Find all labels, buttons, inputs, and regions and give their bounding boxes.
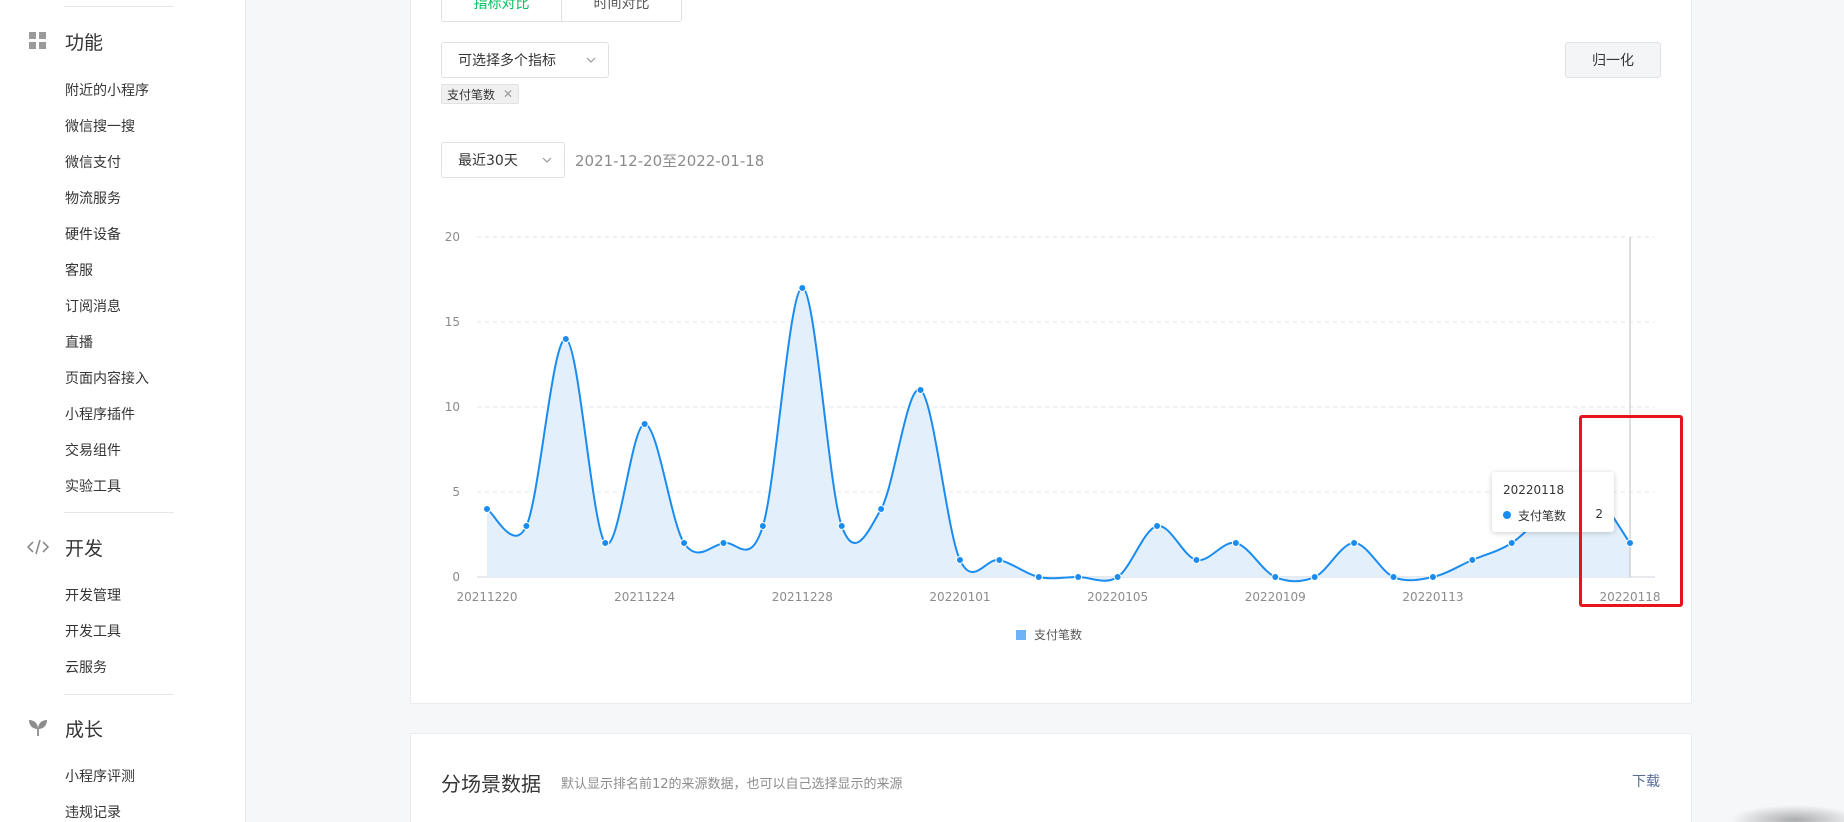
data-point <box>1113 573 1122 581</box>
date-range-select[interactable]: 最近30天 <box>441 142 565 178</box>
chart-legend[interactable]: 支付笔数 <box>1016 626 1082 643</box>
sidebar-section-growth[interactable]: 成长 <box>0 713 246 743</box>
tooltip-date: 20220118 <box>1503 483 1565 497</box>
scene-data-title: 分场景数据 <box>441 772 541 796</box>
data-point <box>916 386 925 394</box>
metric-select[interactable]: 可选择多个指标 <box>441 42 609 78</box>
selected-metric-tag: 支付笔数 ✕ <box>441 84 520 104</box>
sidebar-divider <box>64 694 174 695</box>
data-point <box>719 539 728 547</box>
sidebar-item-wechat-search[interactable]: 微信搜一搜 <box>65 117 135 137</box>
y-tick-label: 15 <box>445 315 460 329</box>
close-icon[interactable]: ✕ <box>503 87 513 101</box>
legend-swatch <box>1016 629 1026 640</box>
data-point <box>601 539 610 547</box>
data-point <box>877 505 886 513</box>
sidebar-item-violations[interactable]: 违规记录 <box>65 803 121 822</box>
tab-metric-compare[interactable]: 指标对比 <box>442 0 562 21</box>
data-point <box>837 522 846 530</box>
highlight-annotation-box <box>1579 415 1683 607</box>
x-tick-label: 20211220 <box>456 590 517 604</box>
sidebar-divider <box>64 512 174 513</box>
legend-label: 支付笔数 <box>1034 628 1083 642</box>
sidebar-item-subscribe-message[interactable]: 订阅消息 <box>65 297 121 317</box>
scene-data-description: 默认显示排名前12的来源数据，也可以自己选择显示的来源 <box>561 777 903 792</box>
data-point <box>1074 573 1083 581</box>
y-tick-label: 20 <box>445 230 460 244</box>
grid-icon <box>27 30 49 52</box>
sidebar-item-wechat-pay[interactable]: 微信支付 <box>65 153 121 173</box>
x-tick-label: 20211228 <box>772 590 833 604</box>
sidebar-item-customer-service[interactable]: 客服 <box>65 261 93 281</box>
tag-label: 支付笔数 <box>447 87 496 102</box>
sidebar-item-cloud-service[interactable]: 云服务 <box>65 658 107 678</box>
sidebar-item-hardware[interactable]: 硬件设备 <box>65 225 121 245</box>
data-point <box>640 420 649 428</box>
x-tick-label: 20220105 <box>1087 590 1148 604</box>
date-range-text: 2021-12-20至2022-01-18 <box>575 152 765 170</box>
x-tick-label: 20220101 <box>929 590 990 604</box>
tab-time-compare[interactable]: 时间对比 <box>562 0 681 21</box>
data-point <box>1271 573 1280 581</box>
data-point <box>955 556 964 564</box>
sidebar-section-function[interactable]: 功能 <box>0 26 246 56</box>
data-point <box>1153 522 1162 530</box>
sidebar-divider <box>64 6 174 7</box>
tooltip-series-dot <box>1503 511 1511 519</box>
sidebar-item-plugin[interactable]: 小程序插件 <box>65 405 135 425</box>
sprout-icon <box>27 717 49 739</box>
download-link[interactable]: 下载 <box>1632 771 1660 791</box>
sidebar-section-title: 成长 <box>65 718 104 741</box>
sidebar-item-page-content[interactable]: 页面内容接入 <box>65 369 149 389</box>
data-point <box>680 539 689 547</box>
sidebar-section-title: 功能 <box>65 31 104 54</box>
data-point <box>1428 573 1437 581</box>
series-area <box>487 288 1630 582</box>
y-tick-label: 0 <box>452 570 460 584</box>
x-tick-label: 20220109 <box>1245 590 1306 604</box>
sidebar: 功能 附近的小程序 微信搜一搜 微信支付 物流服务 硬件设备 客服 订阅消息 直… <box>0 0 246 822</box>
sidebar-item-dev-management[interactable]: 开发管理 <box>65 586 121 606</box>
trend-chart: 0 5 10 15 20 20211220 20211224 20211228 20220101… <box>445 230 1661 604</box>
data-point <box>1468 556 1477 564</box>
chevron-down-icon <box>586 57 596 63</box>
data-point <box>995 556 1004 564</box>
data-point <box>798 284 807 292</box>
data-point <box>1231 539 1240 547</box>
data-point <box>522 522 531 530</box>
chevron-down-icon <box>542 157 552 163</box>
x-tick-label: 20211224 <box>614 590 675 604</box>
sidebar-item-evaluation[interactable]: 小程序评测 <box>65 767 135 787</box>
corner-shadow <box>1730 805 1844 822</box>
sidebar-item-nearby-miniprogram[interactable]: 附近的小程序 <box>65 81 149 101</box>
data-point <box>1507 539 1516 547</box>
data-point <box>561 335 570 343</box>
data-point <box>1389 573 1398 581</box>
y-tick-label: 10 <box>445 400 460 414</box>
sidebar-item-trade-component[interactable]: 交易组件 <box>65 441 121 461</box>
sidebar-section-title: 开发 <box>65 537 104 560</box>
normalize-button[interactable]: 归一化 <box>1565 42 1661 78</box>
data-point <box>1310 573 1319 581</box>
tooltip-series-name: 支付笔数 <box>1518 509 1567 523</box>
data-point <box>1350 539 1359 547</box>
compare-mode-segment: 指标对比 时间对比 <box>441 0 682 22</box>
sidebar-item-live[interactable]: 直播 <box>65 333 93 353</box>
data-point <box>483 505 491 513</box>
x-tick-label: 20220113 <box>1402 590 1463 604</box>
data-point <box>1192 556 1201 564</box>
sidebar-item-dev-tools[interactable]: 开发工具 <box>65 622 121 642</box>
data-point <box>758 522 767 530</box>
sidebar-section-develop[interactable]: 开发 <box>0 532 246 562</box>
y-tick-label: 5 <box>452 485 460 499</box>
date-range-select-value: 最近30天 <box>458 153 518 169</box>
data-point <box>1034 573 1043 581</box>
metric-select-placeholder: 可选择多个指标 <box>458 53 556 69</box>
code-icon <box>27 536 49 558</box>
sidebar-item-experiment-tools[interactable]: 实验工具 <box>65 477 121 497</box>
sidebar-item-logistics[interactable]: 物流服务 <box>65 189 121 209</box>
